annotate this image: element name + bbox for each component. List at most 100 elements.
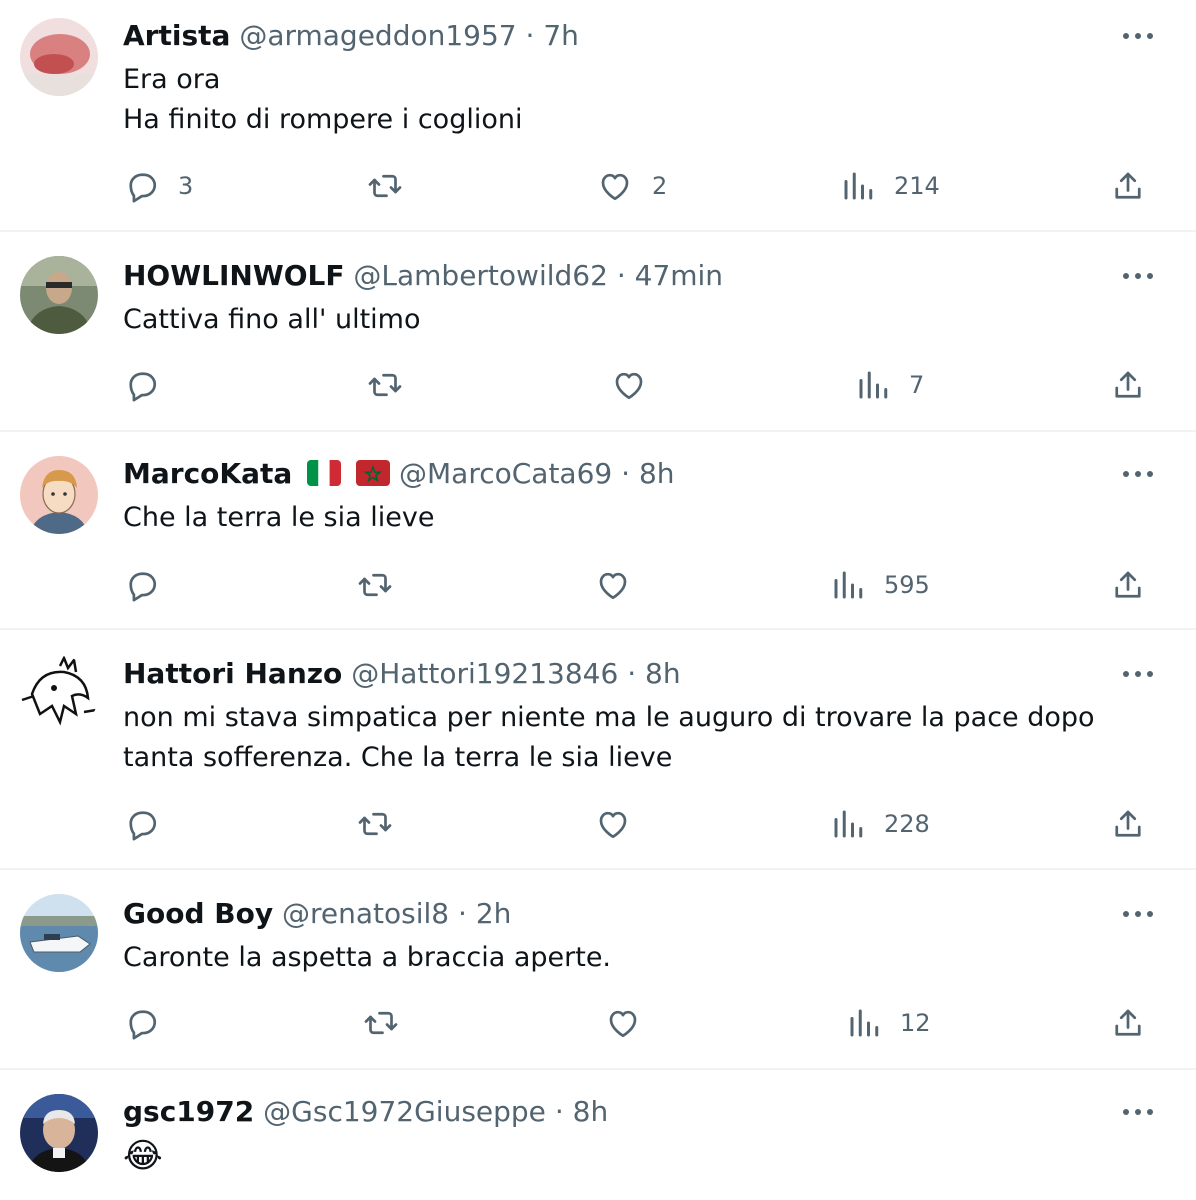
tweet[interactable]: Hattori Hanzo @Hattori19213846 · 8h non …	[0, 630, 1196, 870]
tweet-text: Era ora Ha finito di rompere i coglioni	[123, 60, 1153, 140]
avatar[interactable]	[20, 18, 98, 96]
timestamp[interactable]: 8h	[639, 457, 675, 490]
reply-button[interactable]	[124, 365, 178, 405]
user-handle[interactable]: @Gsc1972Giuseppe	[263, 1095, 546, 1128]
bar-chart-icon	[834, 571, 863, 599]
heart-icon	[609, 1010, 637, 1038]
retweet-button[interactable]	[356, 565, 412, 605]
retweet-button[interactable]	[366, 166, 422, 206]
speech-bubble-icon	[129, 173, 157, 203]
tweet-text-line: Cattiva fino all' ultimo	[123, 304, 421, 335]
tweet-text: 😂	[123, 1136, 1153, 1176]
display-name[interactable]: Good Boy	[123, 897, 273, 930]
views-button[interactable]: 7	[855, 365, 924, 405]
tweet[interactable]: gsc1972 @Gsc1972Giuseppe · 8h 😂	[0, 1070, 1196, 1200]
retweet-button[interactable]	[356, 804, 412, 844]
display-name[interactable]: HOWLINWOLF	[123, 259, 344, 292]
tweet-header: gsc1972 @Gsc1972Giuseppe · 8h	[123, 1094, 608, 1130]
separator: ·	[458, 897, 467, 930]
user-handle[interactable]: @Hattori19213846	[351, 657, 618, 690]
heart-icon	[599, 572, 627, 600]
display-name[interactable]: Hattori Hanzo	[123, 657, 342, 690]
retweet-arrows-icon	[368, 373, 402, 397]
bar-chart-icon	[850, 1009, 879, 1037]
share-button[interactable]	[1110, 1003, 1146, 1043]
tweet[interactable]: Good Boy @renatosil8 · 2h Caronte la asp…	[0, 870, 1196, 1070]
speech-bubble-icon	[129, 811, 157, 841]
tweet-header: Hattori Hanzo @Hattori19213846 · 8h	[123, 656, 681, 692]
heart-icon	[601, 173, 629, 201]
tweet[interactable]: MarcoKata @MarcoCata69 · 8h Che la terra…	[0, 432, 1196, 630]
views-button[interactable]: 12	[846, 1003, 931, 1043]
share-upload-icon	[1115, 1009, 1141, 1036]
avatar[interactable]	[20, 456, 98, 534]
separator: ·	[525, 19, 535, 52]
avatar[interactable]	[20, 1094, 98, 1172]
share-upload-icon	[1115, 810, 1141, 837]
timestamp[interactable]: 8h	[645, 657, 681, 690]
heart-icon	[615, 372, 643, 400]
timestamp[interactable]: 47min	[635, 259, 723, 292]
timestamp[interactable]: 8h	[573, 1095, 609, 1128]
more-dots-icon[interactable]	[1118, 258, 1158, 294]
reply-button[interactable]	[124, 565, 178, 605]
views-button[interactable]: 214	[840, 166, 940, 206]
speech-bubble-icon	[129, 372, 157, 402]
tweet[interactable]: HOWLINWOLF @Lambertowild62 · 47min Catti…	[0, 232, 1196, 432]
more-dots-icon[interactable]	[1118, 1094, 1158, 1130]
tweet[interactable]: Artista @armageddon1957 · 7h Era ora Ha …	[0, 0, 1196, 232]
avatar[interactable]	[20, 894, 98, 972]
tweet-text-line: Che la terra le sia lieve	[123, 502, 435, 533]
reply-button[interactable]	[124, 804, 178, 844]
more-dots-icon[interactable]	[1118, 896, 1158, 932]
views-button[interactable]: 228	[830, 804, 930, 844]
display-name[interactable]: gsc1972	[123, 1095, 254, 1128]
views-button[interactable]: 595	[830, 565, 930, 605]
avatar[interactable]	[20, 256, 98, 334]
retweet-button[interactable]	[362, 1003, 418, 1043]
like-button[interactable]: 2	[596, 166, 667, 206]
tweet-header: HOWLINWOLF @Lambertowild62 · 47min	[123, 258, 723, 294]
view-count: 7	[909, 371, 925, 399]
user-handle[interactable]: @MarcoCata69	[399, 457, 612, 490]
user-handle[interactable]: @renatosil8	[282, 897, 449, 930]
more-dots-icon[interactable]	[1118, 456, 1158, 492]
retweet-button[interactable]	[366, 365, 422, 405]
retweet-arrows-icon	[358, 573, 392, 597]
share-button[interactable]	[1110, 365, 1146, 405]
reply-count: 3	[178, 172, 194, 200]
tweet-header: MarcoKata @MarcoCata69 · 8h	[123, 456, 675, 492]
bar-chart-icon	[844, 172, 873, 200]
user-handle[interactable]: @armageddon1957	[239, 19, 516, 52]
retweet-arrows-icon	[364, 1011, 398, 1035]
speech-bubble-icon	[129, 1010, 157, 1040]
user-handle[interactable]: @Lambertowild62	[353, 259, 608, 292]
share-button[interactable]	[1110, 804, 1146, 844]
like-button[interactable]	[594, 565, 650, 605]
timestamp[interactable]: 7h	[543, 19, 579, 52]
display-name[interactable]: Artista	[123, 19, 230, 52]
display-name[interactable]: MarcoKata	[123, 457, 292, 490]
avatar[interactable]	[20, 656, 98, 734]
morocco-flag-icon	[356, 460, 391, 486]
reply-button[interactable]	[124, 1003, 178, 1043]
tweet-text-line: non mi stava simpatica per niente ma le …	[123, 702, 1095, 733]
like-button[interactable]	[594, 804, 650, 844]
speech-bubble-icon	[129, 572, 157, 602]
reply-button[interactable]: 3	[124, 166, 193, 206]
more-dots-icon[interactable]	[1118, 18, 1158, 54]
like-button[interactable]	[604, 1003, 660, 1043]
tweet-text: Caronte la aspetta a braccia aperte.	[123, 938, 1153, 978]
heart-icon	[599, 811, 627, 839]
timestamp[interactable]: 2h	[476, 897, 512, 930]
italy-flag-icon	[307, 460, 342, 486]
tweet-header: Artista @armageddon1957 · 7h	[123, 18, 579, 54]
share-button[interactable]	[1110, 166, 1146, 206]
like-button[interactable]	[610, 365, 666, 405]
tweet-text: non mi stava simpatica per niente ma le …	[123, 698, 1153, 778]
more-dots-icon[interactable]	[1118, 656, 1158, 692]
tweet-text: Cattiva fino all' ultimo	[123, 300, 1153, 340]
tweet-text-line: Ha finito di rompere i coglioni	[123, 104, 523, 135]
share-button[interactable]	[1110, 565, 1146, 605]
tweet-text-line: Caronte la aspetta a braccia aperte.	[123, 942, 612, 973]
